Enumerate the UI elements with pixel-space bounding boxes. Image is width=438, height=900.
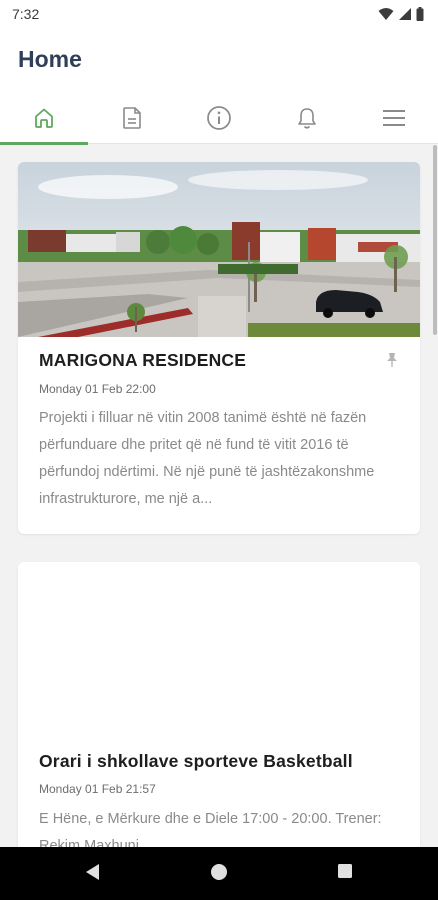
menu-icon [383,110,405,126]
document-icon [123,107,141,129]
posts-feed[interactable]: MARIGONA RESIDENCE Monday 01 Feb 22:00 P… [0,145,438,847]
status-bar: 7:32 [0,0,438,30]
wifi-icon [378,8,394,20]
tab-notifications[interactable] [263,92,351,144]
page-title: Home [18,46,82,72]
status-time: 7:32 [12,6,40,22]
home-button[interactable] [210,863,228,886]
pin-icon[interactable] [386,352,398,373]
post-title[interactable]: Orari i shkollave sporteve Basketball [39,751,353,772]
post-date: Monday 01 Feb 21:57 [39,782,156,796]
signal-icon [399,8,411,20]
battery-icon [416,7,424,21]
post-date: Monday 01 Feb 22:00 [39,382,156,396]
app-bar: Home [0,30,438,92]
bell-icon [298,108,316,129]
post-excerpt: Projekti i filluar në vitin 2008 tanimë … [39,410,375,507]
post-card[interactable]: MARIGONA RESIDENCE Monday 01 Feb 22:00 P… [18,162,420,534]
home-icon [211,864,227,880]
post-image [18,162,420,337]
tab-documents[interactable] [88,92,176,144]
home-icon [35,108,53,128]
recents-icon [338,864,352,878]
post-excerpt: E Hëne, e Mërkure dhe e Diele 17:00 - 20… [39,811,382,847]
post-card[interactable]: Orari i shkollave sporteve Basketball Mo… [18,562,420,847]
status-icons [378,7,424,21]
system-nav-bar [0,847,438,900]
scrollbar[interactable] [433,145,437,335]
recents-button[interactable] [337,863,353,884]
info-icon [207,106,231,130]
tab-info[interactable] [175,92,263,144]
post-image-placeholder [18,562,420,737]
tab-home[interactable] [0,92,88,145]
back-button[interactable] [85,863,101,886]
tab-menu[interactable] [350,92,438,144]
post-title[interactable]: MARIGONA RESIDENCE [39,350,246,371]
back-icon [86,864,99,880]
tab-bar [0,92,438,145]
